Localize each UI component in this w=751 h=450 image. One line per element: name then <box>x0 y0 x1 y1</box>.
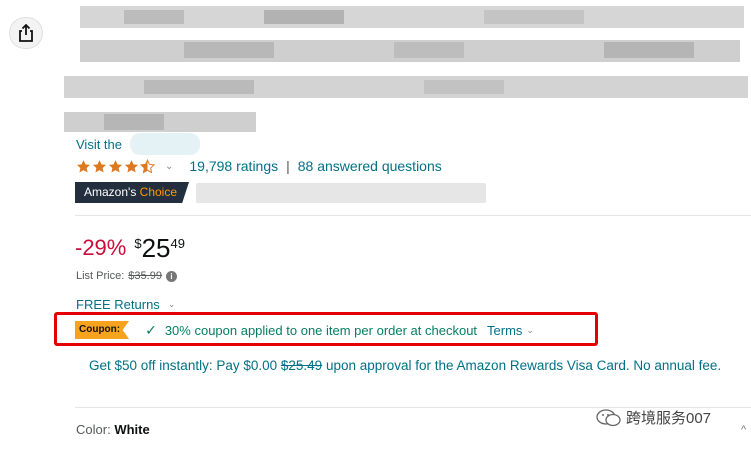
color-selection: Color: White <box>76 422 150 437</box>
star-icon <box>124 159 139 172</box>
info-icon[interactable]: i <box>165 270 177 282</box>
list-price: List Price: $35.99 i <box>76 270 177 282</box>
list-price-label: List Price: <box>76 270 125 282</box>
price-fraction: 49 <box>170 236 185 251</box>
check-icon: ✓ <box>145 321 157 338</box>
price-block: -29% $ 25 49 <box>75 233 185 263</box>
chevron-up-icon[interactable]: ^ <box>741 424 746 436</box>
star-rating[interactable] <box>76 158 155 174</box>
brand-store-redacted <box>130 133 200 155</box>
visa-suffix: upon approval for the Amazon Rewards Vis… <box>325 358 722 373</box>
chevron-down-icon: ⌄ <box>167 299 176 309</box>
watermark-text: 跨境服务007 <box>626 410 712 427</box>
terms-link[interactable]: Terms <box>487 323 522 338</box>
price-currency: $ <box>134 236 142 251</box>
amazons-choice-badge: Amazon's Choice <box>75 182 190 203</box>
visa-prefix: Get $50 off instantly: Pay $0.00 <box>89 358 278 373</box>
choice-suffix: Choice <box>139 185 178 199</box>
ratings-link[interactable]: 19,798 ratings <box>189 158 278 174</box>
share-button[interactable] <box>10 18 42 48</box>
separator: | <box>286 158 290 174</box>
color-value: White <box>114 422 150 437</box>
price-whole: 25 <box>141 233 171 263</box>
star-icon <box>92 159 107 172</box>
product-title-redacted <box>64 0 748 132</box>
half-star-icon <box>140 158 155 173</box>
coupon-badge: Coupon: <box>75 321 130 339</box>
chevron-down-icon[interactable]: ⌄ <box>165 161 173 172</box>
discount-percent: -29% <box>75 235 127 260</box>
visa-offer-link[interactable]: Get $50 off instantly: Pay $0.00 $25.49 … <box>89 356 749 376</box>
watermark: 跨境服务007 <box>596 407 711 428</box>
choice-prefix: Amazon's <box>84 185 137 199</box>
visa-strike-price: $25.49 <box>280 358 323 373</box>
wechat-icon <box>596 408 621 426</box>
choice-keyword-redacted <box>196 183 486 203</box>
star-icon <box>76 159 91 172</box>
coupon-row: Coupon: ✓ 30% coupon applied to one item… <box>75 320 534 340</box>
free-returns-label: FREE Returns <box>76 297 160 312</box>
answered-questions-link[interactable]: 88 answered questions <box>298 158 442 174</box>
rating-row: ⌄ 19,798 ratings | 88 answered questions <box>76 156 442 176</box>
star-icon <box>108 159 123 172</box>
color-label: Color: <box>76 422 111 437</box>
chevron-down-icon: ⌄ <box>526 324 534 335</box>
divider <box>75 215 751 216</box>
list-price-value: $35.99 <box>128 270 162 282</box>
visit-store-link[interactable]: Visit the <box>76 137 122 152</box>
free-returns-link[interactable]: FREE Returns ⌄ <box>76 297 175 312</box>
share-icon <box>19 24 33 42</box>
coupon-text: 30% coupon applied to one item per order… <box>164 322 478 338</box>
